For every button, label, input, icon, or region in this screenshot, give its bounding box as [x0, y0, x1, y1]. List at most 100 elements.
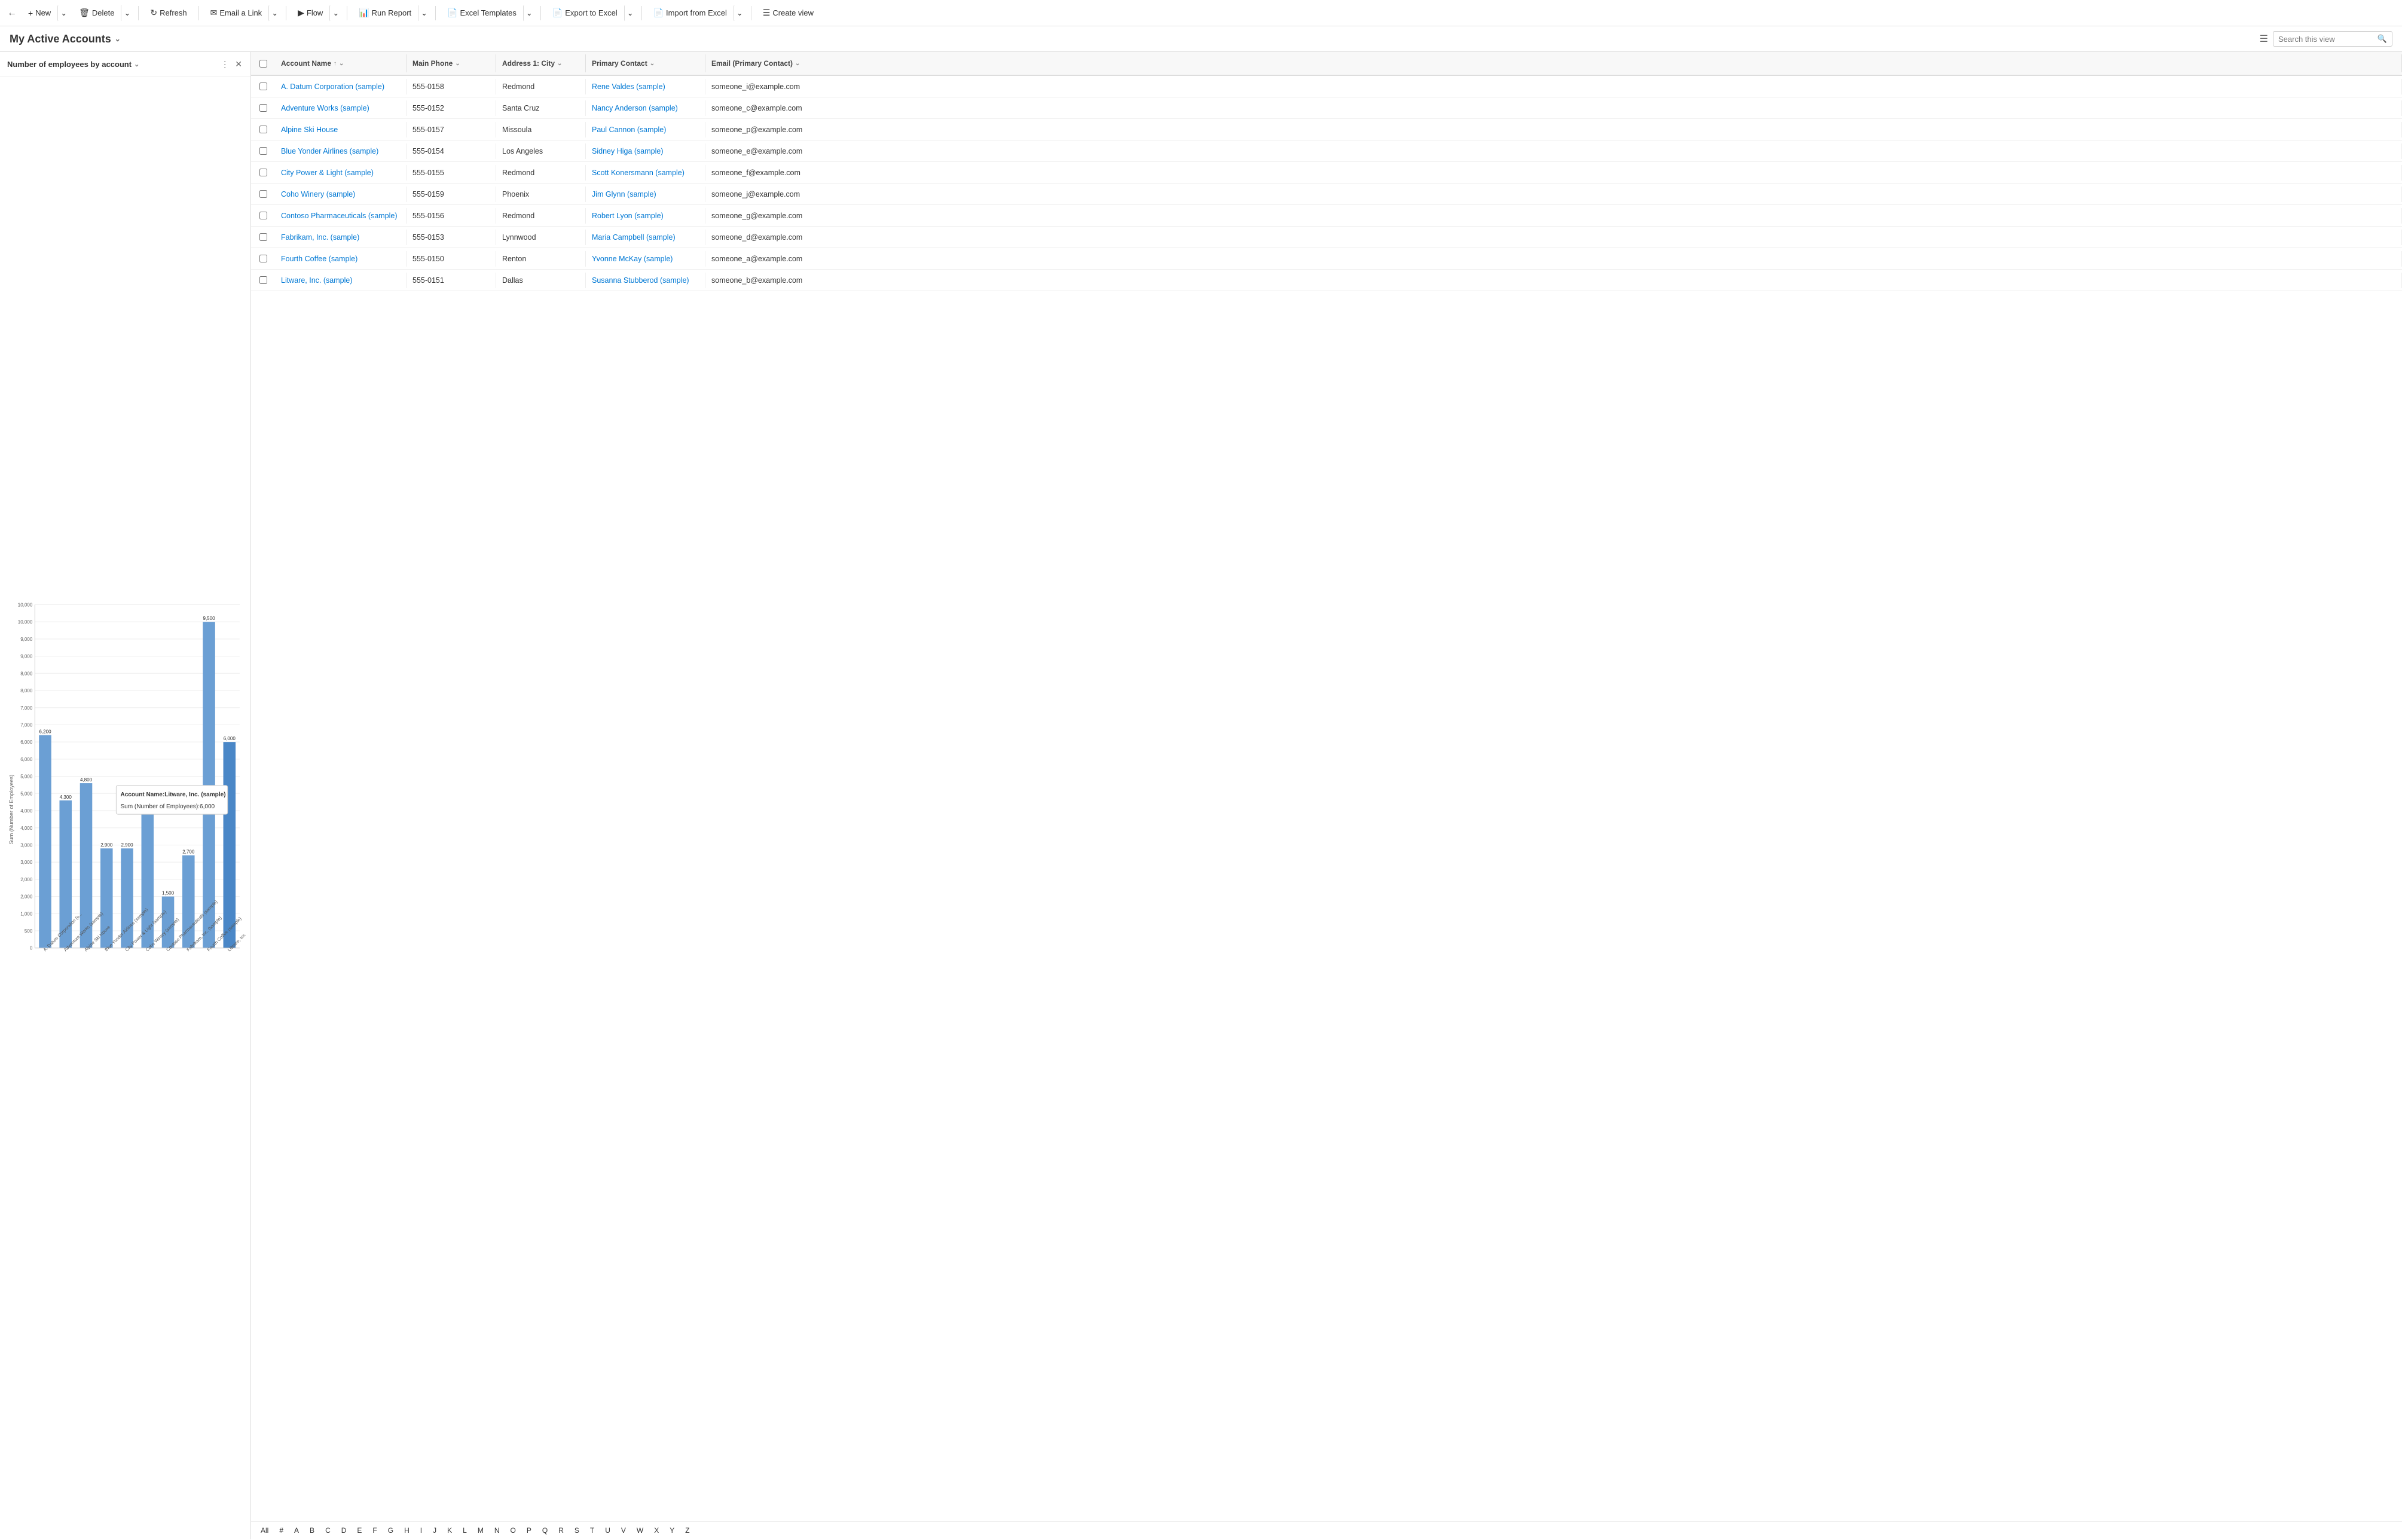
contact-link[interactable]: Yvonne McKay (sample) — [592, 255, 673, 263]
delete-button[interactable]: 🗑 Delete — [72, 4, 121, 22]
page-letter-button[interactable]: J — [428, 1524, 441, 1537]
page-letter-button[interactable]: Q — [537, 1524, 552, 1537]
export-excel-button[interactable]: 📄 Export to Excel — [546, 4, 624, 22]
page-letter-button[interactable]: G — [383, 1524, 398, 1537]
col-header-email[interactable]: Email (Primary Contact) ⌄ — [705, 54, 2402, 72]
title-chevron-icon[interactable]: ⌄ — [115, 35, 121, 43]
search-box[interactable]: 🔍 — [2273, 31, 2392, 47]
col-account-filter-icon[interactable]: ⌄ — [339, 60, 344, 67]
back-button[interactable]: ← — [5, 5, 19, 21]
account-link[interactable]: Contoso Pharmaceuticals (sample) — [281, 212, 398, 220]
chart-title-chevron-icon[interactable]: ⌄ — [134, 60, 139, 68]
col-city-filter-icon[interactable]: ⌄ — [557, 60, 562, 67]
page-letter-button[interactable]: # — [274, 1524, 288, 1537]
account-link[interactable]: Litware, Inc. (sample) — [281, 276, 352, 285]
page-letter-button[interactable]: C — [320, 1524, 335, 1537]
row-checkbox[interactable] — [259, 104, 267, 112]
chart-more-button[interactable]: ⋮ — [219, 58, 230, 71]
page-letter-button[interactable]: W — [632, 1524, 648, 1537]
page-letter-button[interactable]: F — [368, 1524, 381, 1537]
page-letter-button[interactable]: T — [585, 1524, 599, 1537]
row-checkbox[interactable] — [259, 169, 267, 176]
filter-icon[interactable]: ☰ — [2260, 33, 2268, 45]
account-link[interactable]: A. Datum Corporation (sample) — [281, 82, 384, 91]
row-checkbox[interactable] — [259, 255, 267, 262]
col-header-city[interactable]: Address 1: City ⌄ — [496, 54, 586, 72]
row-checkbox[interactable] — [259, 147, 267, 155]
flow-button[interactable]: ▶ Flow — [291, 4, 329, 22]
search-input[interactable] — [2278, 35, 2374, 44]
refresh-button[interactable]: ↻ Refresh — [143, 4, 193, 22]
page-letter-button[interactable]: N — [490, 1524, 505, 1537]
account-link[interactable]: Fourth Coffee (sample) — [281, 255, 357, 263]
run-report-dropdown[interactable]: ⌄ — [418, 5, 430, 22]
page-letter-button[interactable]: R — [554, 1524, 569, 1537]
chart-close-button[interactable]: ✕ — [234, 58, 243, 71]
contact-link[interactable]: Maria Campbell (sample) — [592, 233, 676, 242]
email-link-button[interactable]: ✉ Email a Link — [204, 4, 269, 22]
page-letter-button[interactable]: M — [473, 1524, 488, 1537]
page-letter-button[interactable]: A — [289, 1524, 304, 1537]
account-link[interactable]: Fabrikam, Inc. (sample) — [281, 233, 359, 242]
email-dropdown[interactable]: ⌄ — [268, 5, 281, 22]
cell-email: someone_d@example.com — [705, 230, 2402, 245]
bar-0[interactable] — [39, 735, 51, 948]
page-letter-button[interactable]: X — [649, 1524, 664, 1537]
page-letter-button[interactable]: S — [570, 1524, 584, 1537]
row-checkbox[interactable] — [259, 82, 267, 90]
page-letter-button[interactable]: D — [337, 1524, 352, 1537]
contact-link[interactable]: Jim Glynn (sample) — [592, 190, 656, 198]
col-contact-filter-icon[interactable]: ⌄ — [650, 60, 655, 67]
account-link[interactable]: Coho Winery (sample) — [281, 190, 355, 198]
export-dropdown[interactable]: ⌄ — [624, 5, 637, 22]
import-dropdown[interactable]: ⌄ — [734, 5, 746, 22]
page-letter-button[interactable]: B — [305, 1524, 319, 1537]
page-letter-button[interactable]: O — [506, 1524, 521, 1537]
contact-link[interactable]: Sidney Higa (sample) — [592, 147, 664, 155]
col-header-contact[interactable]: Primary Contact ⌄ — [586, 54, 705, 72]
page-letter-button[interactable]: U — [600, 1524, 615, 1537]
account-link[interactable]: Adventure Works (sample) — [281, 104, 369, 112]
flow-dropdown[interactable]: ⌄ — [329, 5, 342, 22]
create-view-button[interactable]: ☰ Create view — [756, 4, 820, 22]
page-letter-button[interactable]: P — [522, 1524, 536, 1537]
row-checkbox[interactable] — [259, 212, 267, 219]
row-checkbox-cell — [251, 82, 275, 90]
contact-link[interactable]: Scott Konersmann (sample) — [592, 169, 684, 177]
page-letter-button[interactable]: V — [616, 1524, 631, 1537]
contact-link[interactable]: Robert Lyon (sample) — [592, 212, 664, 220]
page-letter-button[interactable]: E — [352, 1524, 366, 1537]
bar-8[interactable] — [203, 622, 215, 948]
page-letter-button[interactable]: L — [458, 1524, 472, 1537]
col-header-phone[interactable]: Main Phone ⌄ — [407, 54, 496, 72]
page-letter-button[interactable]: Y — [665, 1524, 679, 1537]
excel-templates-dropdown[interactable]: ⌄ — [523, 5, 536, 22]
page-letter-button[interactable]: Z — [680, 1524, 694, 1537]
account-link[interactable]: Blue Yonder Airlines (sample) — [281, 147, 378, 155]
page-all-button[interactable]: All — [256, 1524, 273, 1537]
new-dropdown[interactable]: ⌄ — [57, 5, 70, 22]
contact-link[interactable]: Susanna Stubberod (sample) — [592, 276, 689, 285]
import-excel-button[interactable]: 📄 Import from Excel — [647, 4, 734, 22]
page-letter-button[interactable]: I — [415, 1524, 427, 1537]
row-checkbox[interactable] — [259, 233, 267, 241]
bar-9[interactable] — [224, 742, 236, 948]
contact-link[interactable]: Rene Valdes (sample) — [592, 82, 665, 91]
row-checkbox[interactable] — [259, 276, 267, 284]
contact-link[interactable]: Nancy Anderson (sample) — [592, 104, 678, 112]
select-all-checkbox[interactable] — [259, 60, 267, 68]
contact-link[interactable]: Paul Cannon (sample) — [592, 126, 666, 134]
row-checkbox[interactable] — [259, 126, 267, 133]
col-header-account[interactable]: Account Name ↑ ⌄ — [275, 54, 407, 72]
excel-templates-button[interactable]: 📄 Excel Templates — [441, 4, 523, 22]
col-email-filter-icon[interactable]: ⌄ — [795, 60, 800, 67]
run-report-button[interactable]: 📊 Run Report — [352, 4, 418, 22]
col-phone-filter-icon[interactable]: ⌄ — [455, 60, 460, 67]
new-button[interactable]: + New — [22, 5, 57, 22]
page-letter-button[interactable]: H — [399, 1524, 414, 1537]
account-link[interactable]: City Power & Light (sample) — [281, 169, 374, 177]
page-letter-button[interactable]: K — [442, 1524, 457, 1537]
account-link[interactable]: Alpine Ski House — [281, 126, 338, 134]
row-checkbox[interactable] — [259, 190, 267, 198]
delete-dropdown[interactable]: ⌄ — [121, 5, 133, 22]
